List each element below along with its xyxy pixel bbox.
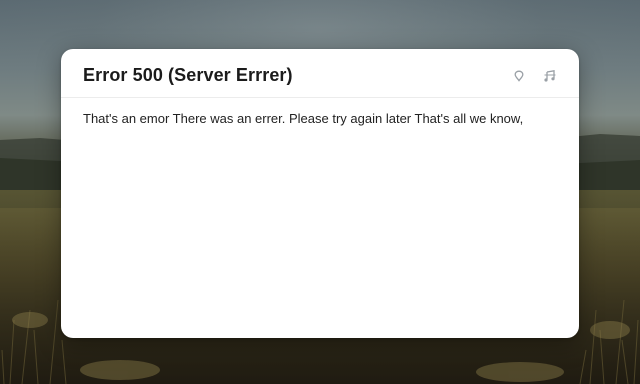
error-message: That's an emor There was an errer. Pleas… xyxy=(83,111,524,126)
error-dialog: Error 500 (Server Errrer) That's an emor… xyxy=(61,49,579,338)
pin-icon[interactable] xyxy=(512,69,526,83)
dialog-title: Error 500 (Server Errrer) xyxy=(83,65,293,85)
media-icon[interactable] xyxy=(543,69,557,83)
dialog-body: That's an emor There was an errer. Pleas… xyxy=(83,111,557,127)
dialog-header: Error 500 (Server Errrer) xyxy=(61,49,579,98)
